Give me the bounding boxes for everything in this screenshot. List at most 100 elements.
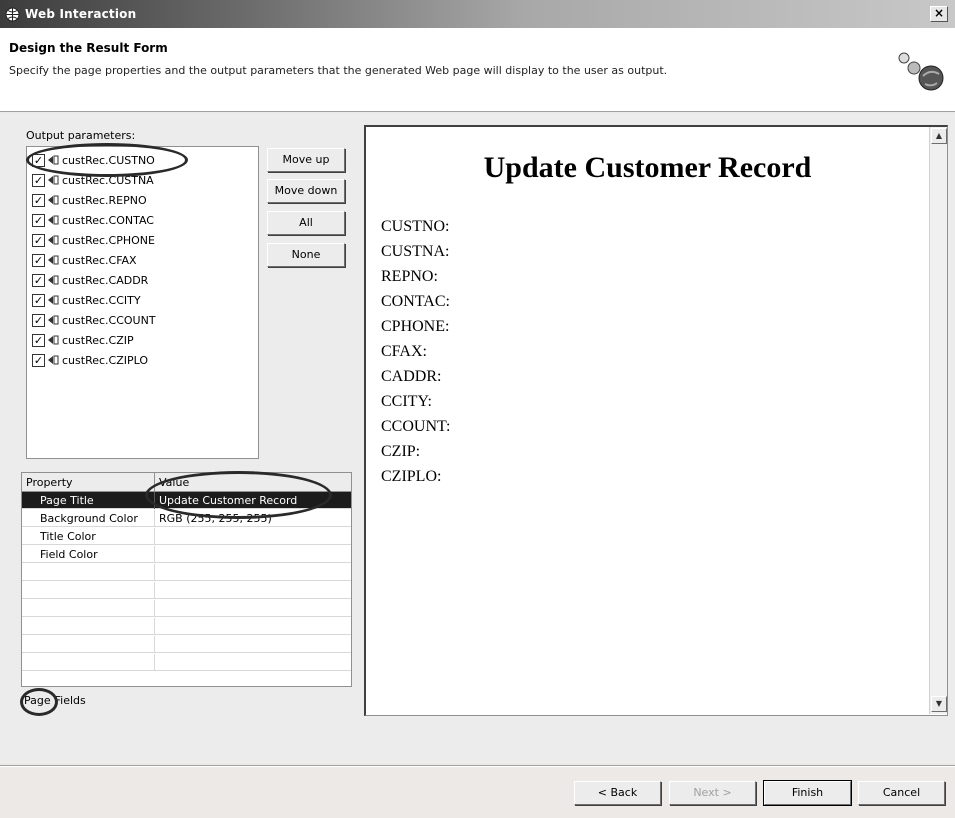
item-checkbox[interactable]: ✓ [32,193,45,207]
output-field-icon [48,195,59,205]
list-item[interactable]: ✓ custRec.CADDR [32,270,148,290]
output-field-icon [48,315,59,325]
preview-field: CZIP: [381,443,421,460]
list-item[interactable]: ✓ custRec.CONTAC [32,210,154,230]
table-row[interactable]: Background Color RGB (255, 255, 255) [22,510,351,527]
column-header-value[interactable]: Value [159,476,189,489]
empty-row [22,600,351,617]
preview-field: CFAX: [381,343,427,360]
item-checkbox[interactable]: ✓ [32,153,45,167]
wizard-banner-icon [898,52,944,91]
output-field-icon [48,155,59,165]
item-label: custRec.CPHONE [62,233,155,247]
item-checkbox[interactable]: ✓ [32,353,45,367]
preview-field: CONTAC: [381,293,450,310]
item-checkbox[interactable]: ✓ [32,293,45,307]
select-all-button[interactable]: All [267,211,345,235]
output-field-icon [48,295,59,305]
scroll-up-icon[interactable]: ▲ [931,128,947,144]
list-item[interactable]: ✓ custRec.CPHONE [32,230,155,250]
item-checkbox[interactable]: ✓ [32,313,45,327]
item-checkbox[interactable]: ✓ [32,233,45,247]
item-checkbox[interactable]: ✓ [32,213,45,227]
item-checkbox[interactable]: ✓ [32,173,45,187]
item-label: custRec.CCITY [62,293,141,307]
page-description: Specify the page properties and the outp… [9,64,668,77]
item-label: custRec.CZIP [62,333,134,347]
empty-row [22,582,351,599]
wizard-header: Design the Result Form Specify the page … [0,28,955,112]
properties-table-header: Property Value [22,473,351,492]
list-item[interactable]: ✓ custRec.CUSTNO [32,150,155,170]
list-item[interactable]: ✓ custRec.CCITY [32,290,141,310]
property-name: Field Color [40,548,98,561]
next-button[interactable]: Next > [669,781,756,805]
preview-field: CZIPLO: [381,468,442,485]
property-name: Page Title [40,494,94,507]
finish-button[interactable]: Finish [763,780,852,806]
web-interaction-icon [5,7,20,21]
property-value[interactable]: RGB (255, 255, 255) [159,512,272,525]
output-field-icon [48,335,59,345]
preview-field: CCITY: [381,393,432,410]
preview-title: Update Customer Record [483,151,812,184]
preview-field: CUSTNA: [381,243,450,260]
output-field-icon [48,175,59,185]
preview-field: CPHONE: [381,318,450,335]
item-label: custRec.CUSTNA [62,173,154,187]
item-checkbox[interactable]: ✓ [32,253,45,267]
empty-row [22,654,351,671]
preview-field: CADDR: [381,368,442,385]
window-title: Web Interaction [25,7,137,21]
output-field-icon [48,235,59,245]
column-header-property[interactable]: Property [26,476,73,489]
back-button[interactable]: < Back [574,781,661,805]
table-row[interactable]: Field Color [22,546,351,563]
preview-field: CUSTNO: [381,218,450,235]
table-row[interactable]: Title Color [22,528,351,545]
list-item[interactable]: ✓ custRec.CCOUNT [32,310,156,330]
tab-fields[interactable]: Fields [55,694,86,707]
close-button[interactable]: × [930,6,948,22]
move-up-button[interactable]: Move up [267,148,345,172]
output-field-icon [48,275,59,285]
empty-row [22,618,351,635]
preview-scrollbar[interactable]: ▲ ▼ [929,127,947,714]
scroll-down-icon[interactable]: ▼ [931,696,947,712]
move-down-button[interactable]: Move down [267,179,345,203]
title-bar: Web Interaction × [0,0,955,28]
table-row[interactable]: Page Title Update Customer Record [22,492,351,509]
list-item[interactable]: ✓ custRec.CUSTNA [32,170,154,190]
empty-row [22,636,351,653]
footer-separator [0,765,955,767]
output-field-icon [48,255,59,265]
item-checkbox[interactable]: ✓ [32,333,45,347]
cancel-button[interactable]: Cancel [858,781,945,805]
property-value[interactable]: Update Customer Record [159,494,297,507]
list-item[interactable]: ✓ custRec.CZIPLO [32,350,148,370]
item-label: custRec.CUSTNO [62,153,155,167]
page-title: Design the Result Form [9,41,168,55]
properties-table[interactable]: Property Value Page Title Update Custome… [21,472,352,687]
item-label: custRec.REPNO [62,193,147,207]
item-label: custRec.CFAX [62,253,137,267]
item-label: custRec.CZIPLO [62,353,149,367]
empty-row [22,564,351,581]
list-item[interactable]: ✓ custRec.CZIP [32,330,134,350]
tab-page[interactable]: Page [24,694,51,707]
list-item[interactable]: ✓ custRec.CFAX [32,250,137,270]
form-preview: Update Customer Record CUSTNO: CUSTNA: R… [364,125,948,716]
property-name: Title Color [40,530,96,543]
item-checkbox[interactable]: ✓ [32,273,45,287]
output-parameters-list[interactable]: ✓ custRec.CUSTNO ✓ custRec.CUSTNA ✓ cust… [26,146,259,459]
bottom-tabs: Page Fields [24,694,90,707]
item-label: custRec.CADDR [62,273,149,287]
output-field-icon [48,215,59,225]
property-name: Background Color [40,512,138,525]
preview-field: REPNO: [381,268,438,285]
select-none-button[interactable]: None [267,243,345,267]
output-parameters-label: Output parameters: [26,129,136,142]
main-area: Output parameters: ✓ custRec.CUSTNO ✓ cu… [0,113,955,763]
list-item[interactable]: ✓ custRec.REPNO [32,190,147,210]
output-field-icon [48,355,59,365]
